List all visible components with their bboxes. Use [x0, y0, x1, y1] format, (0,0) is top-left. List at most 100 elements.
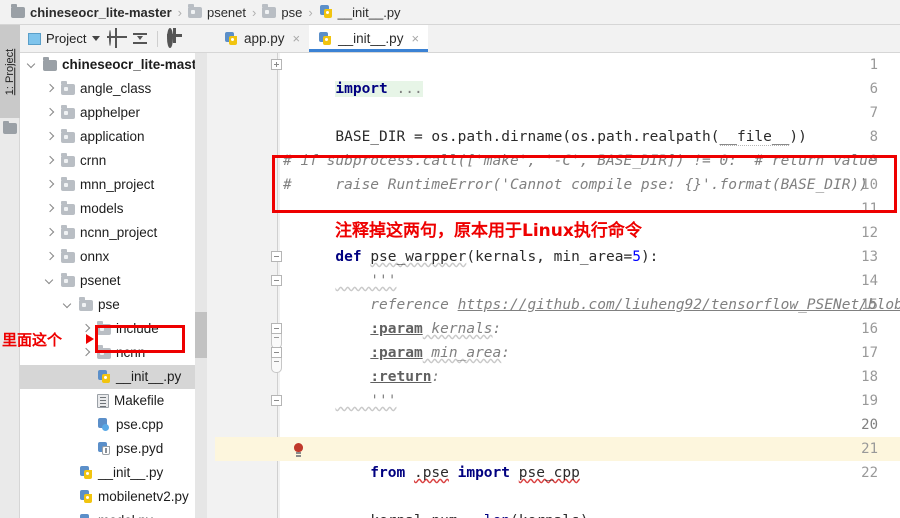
tree-item[interactable]: angle_class [20, 77, 195, 101]
chevron-down-icon[interactable] [44, 275, 56, 287]
tree-item-label: mnn_project [80, 177, 155, 193]
chevron-down-icon[interactable] [62, 299, 74, 311]
project-tree-scrollbar-thumb[interactable] [195, 312, 207, 358]
hide-panel-icon[interactable] [191, 31, 206, 46]
tree-item[interactable]: pse [20, 293, 195, 317]
tree-item[interactable]: __init__.py [20, 365, 195, 389]
locate-icon[interactable] [109, 30, 124, 46]
code-line-17: :return: [370, 369, 441, 385]
python-file-icon [79, 466, 93, 480]
settings-gear-icon[interactable] [167, 28, 182, 48]
chevron-right-icon[interactable] [80, 347, 92, 359]
fold-marker-line12[interactable] [271, 323, 282, 334]
breadcrumb-item-project[interactable]: chineseocr_lite-master [8, 4, 175, 20]
editor-tab-init-py[interactable]: __init__.py × [309, 25, 429, 52]
tree-item-label: ncnn_project [80, 225, 158, 241]
annotation-text-commented-lines: 注释掉这两句，原本用于Linux执行命令 [335, 221, 642, 241]
folder-icon [61, 105, 75, 119]
tree-item-label: crnn [80, 153, 107, 169]
folder-icon [61, 177, 75, 191]
tree-item[interactable]: application [20, 125, 195, 149]
folder-icon [61, 201, 75, 215]
close-icon[interactable]: × [411, 32, 419, 45]
tree-item-label: pse.pyd [116, 441, 164, 457]
close-icon[interactable]: × [293, 32, 301, 45]
tree-item[interactable]: pse.pyd [20, 437, 195, 461]
code-line-9: # if subprocess.call(['make', '-C', BASE… [283, 153, 877, 169]
chevron-right-icon[interactable] [44, 155, 56, 167]
tree-item[interactable]: apphelper [20, 101, 195, 125]
tree-item-label: chineseocr_lite-master [62, 57, 195, 73]
line-number: 11 [861, 201, 878, 217]
fold-marker-line13[interactable] [271, 347, 282, 358]
breadcrumb-separator: › [252, 4, 257, 20]
project-panel-gap [207, 53, 215, 518]
breadcrumb-item-pse[interactable]: pse [259, 4, 305, 20]
tool-window-button-project[interactable]: 1: Project [0, 25, 20, 118]
folder-icon [61, 81, 75, 95]
tree-item[interactable]: Makefile [20, 389, 195, 413]
folder-icon [3, 120, 17, 134]
line-number: 19 [861, 393, 878, 409]
tree-item[interactable]: mobilenetv2.py [20, 485, 195, 509]
tree-item[interactable]: psenet [20, 269, 195, 293]
tree-item[interactable]: model.py [20, 509, 195, 518]
tree-item[interactable]: onnx [20, 245, 195, 269]
folder-icon [11, 4, 25, 18]
chevron-right-icon[interactable] [44, 251, 56, 263]
code-editor[interactable]: 1 6 7 8 9 10 11 12 13 14 15 16 17 18 19 20 21 22 import .… [215, 53, 900, 518]
tree-item[interactable]: crnn [20, 149, 195, 173]
tree-item-label: onnx [80, 249, 110, 265]
tree-item-label: pse.cpp [116, 417, 164, 433]
folder-icon [61, 129, 75, 143]
line-number: 7 [869, 105, 878, 121]
tree-item[interactable]: ncnn_project [20, 221, 195, 245]
chevron-right-icon[interactable] [44, 179, 56, 191]
fold-marker-line18[interactable] [271, 395, 282, 406]
collapse-all-icon[interactable] [133, 31, 148, 46]
editor-tab-app-py[interactable]: app.py × [215, 25, 309, 52]
tree-item-label: angle_class [80, 81, 152, 97]
tree-item-label: ncnn [116, 345, 146, 361]
chevron-right-icon[interactable] [44, 227, 56, 239]
python-file-icon [224, 31, 238, 46]
code-line-1: import ... [283, 53, 423, 97]
folder-icon [43, 57, 57, 71]
unknown-file-icon [97, 442, 111, 456]
chevron-right-icon[interactable] [44, 83, 56, 95]
chevron-right-icon[interactable] [44, 203, 56, 215]
code-line-7: BASE_DIR = os.path.dirname(os.path.realp… [335, 129, 807, 146]
annotation-text-init-file: 里面这个 [2, 331, 63, 349]
folder-icon [187, 4, 202, 18]
breadcrumb-item-psenet[interactable]: psenet [185, 4, 249, 20]
breadcrumb-separator: › [177, 4, 182, 20]
code-line-10: # raise RuntimeError('Cannot compile pse… [283, 177, 868, 193]
code-line-22: kernal_num = len(kernals) [283, 485, 589, 518]
breadcrumb-item-file[interactable]: __init__.py [316, 5, 404, 20]
tree-item[interactable]: __init__.py [20, 461, 195, 485]
folder-icon [61, 273, 75, 287]
tree-item[interactable]: pse.cpp [20, 413, 195, 437]
code-line-14: reference https://github.com/liuheng92/t… [335, 297, 900, 313]
fold-marker-expand-imports[interactable] [271, 59, 282, 70]
breadcrumb-label: __init__.py [337, 4, 401, 20]
tree-item[interactable]: chineseocr_lite-masterC: [20, 53, 195, 77]
breadcrumb-label: chineseocr_lite-master [30, 4, 172, 20]
chevron-right-icon[interactable] [44, 107, 56, 119]
fold-marker-line10[interactable] [271, 275, 282, 286]
tree-item[interactable]: mnn_project [20, 173, 195, 197]
tree-item-label: application [80, 129, 145, 145]
project-view-selector[interactable]: Project [28, 31, 101, 46]
project-tree[interactable]: chineseocr_lite-masterC: angle_classapphe… [20, 53, 195, 518]
chevron-right-icon[interactable] [44, 131, 56, 143]
fold-marker-line9[interactable] [271, 251, 282, 262]
line-number: 6 [869, 81, 878, 97]
tree-item-label: models [80, 201, 124, 217]
tree-item[interactable]: models [20, 197, 195, 221]
project-tree-scrollbar-track[interactable] [195, 53, 207, 518]
chevron-down-icon[interactable] [26, 59, 38, 71]
